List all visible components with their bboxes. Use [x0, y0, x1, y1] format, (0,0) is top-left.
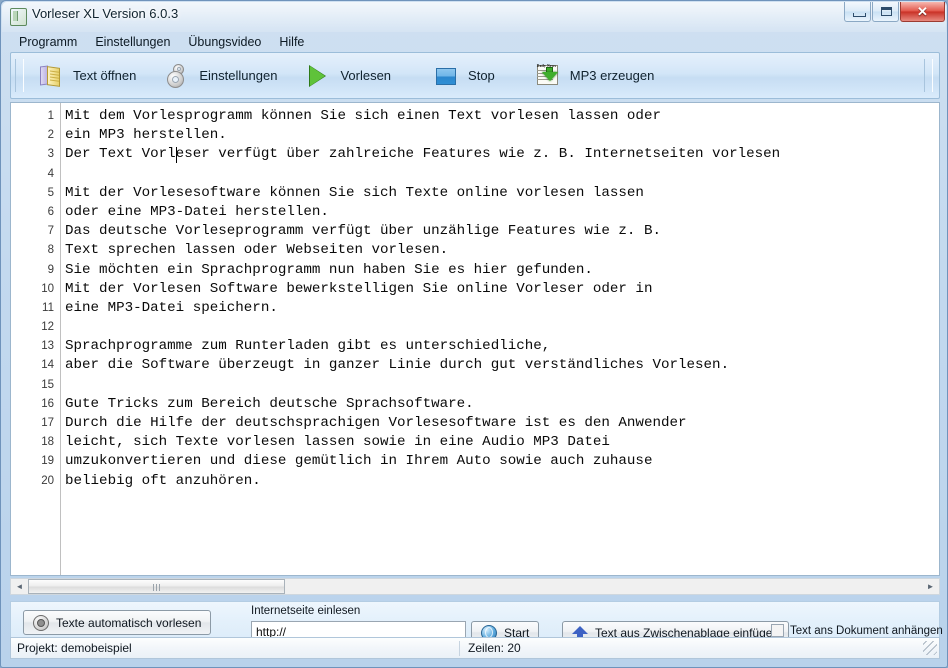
line-number: 14 — [11, 356, 60, 375]
line-number: 15 — [11, 376, 60, 395]
maximize-icon — [881, 7, 892, 16]
text-area[interactable]: Mit dem Vorlesprogramm können Sie sich e… — [63, 103, 939, 575]
toolbar-button-label: Einstellungen — [199, 68, 277, 83]
text-line[interactable]: oder eine MP3-Datei herstellen. — [63, 203, 939, 222]
line-number-gutter: 1234567891011121314151617181920 — [11, 103, 61, 575]
close-icon: ✕ — [901, 2, 944, 21]
line-number: 18 — [11, 433, 60, 452]
text-line[interactable]: Gute Tricks zum Bereich deutsche Sprachs… — [63, 395, 939, 414]
menu-item-einstellungen[interactable]: Einstellungen — [86, 33, 179, 51]
menu-label: Hilfe — [279, 35, 304, 49]
text-line[interactable]: umzukonvertieren und diese gemütlich in … — [63, 452, 939, 471]
append-to-document-checkbox[interactable]: Text ans Dokument anhängen — [771, 624, 943, 637]
checkbox-box[interactable] — [771, 624, 784, 637]
line-number: 9 — [11, 261, 60, 280]
resize-grip-icon[interactable] — [923, 641, 937, 655]
line-number: 1 — [11, 107, 60, 126]
window-title: Vorleser XL Version 6.0.3 — [32, 6, 178, 21]
toolbar-button-label: Text öffnen — [73, 68, 136, 83]
play-icon — [305, 63, 331, 89]
book-icon — [38, 63, 64, 89]
maximize-button[interactable] — [872, 2, 899, 22]
line-number: 12 — [11, 318, 60, 337]
line-number: 3 — [11, 145, 60, 164]
scroll-left-arrow-icon[interactable]: ◄ — [11, 579, 28, 594]
status-bar: Projekt: demobeispiel Zeilen: 20 — [10, 637, 940, 659]
toolbar-grip-right[interactable] — [924, 59, 933, 92]
toolbar-button-label: Vorlesen — [340, 68, 391, 83]
menu-label: Einstellungen — [95, 35, 170, 49]
toolbar-button-label: Stop — [468, 68, 495, 83]
close-button[interactable]: ✕ — [900, 2, 945, 22]
text-line[interactable]: eine MP3-Datei speichern. — [63, 299, 939, 318]
line-number: 10 — [11, 280, 60, 299]
line-number: 13 — [11, 337, 60, 356]
toolbar-button-einstellungen[interactable]: Einstellungen — [150, 55, 291, 96]
toolbar-button-label: MP3 erzeugen — [570, 68, 655, 83]
text-line[interactable]: Mit der Vorlesesoftware können Sie sich … — [63, 184, 939, 203]
client-area: Text öffnen Einstellungen Vorlesen Stop — [10, 52, 940, 632]
url-field-label: Internetseite einlesen — [251, 605, 360, 617]
line-number: 5 — [11, 184, 60, 203]
toolbar-button-stop[interactable]: Stop — [405, 55, 509, 96]
line-number: 16 — [11, 395, 60, 414]
stop-icon — [433, 63, 459, 89]
line-number: 11 — [11, 299, 60, 318]
text-line[interactable]: Das deutsche Vorleseprogramm verfügt übe… — [63, 222, 939, 241]
toolbar-grip[interactable] — [15, 59, 24, 92]
text-line[interactable]: Sprachprogramme zum Runterladen gibt es … — [63, 337, 939, 356]
text-line[interactable]: Sie möchten ein Sprachprogramm nun haben… — [63, 261, 939, 280]
menu-item-hilfe[interactable]: Hilfe — [270, 33, 313, 51]
auto-read-button[interactable]: Texte automatisch vorlesen — [23, 610, 211, 635]
title-bar[interactable]: Vorleser XL Version 6.0.3 ✕ — [1, 1, 948, 31]
text-line[interactable]: ein MP3 herstellen. — [63, 126, 939, 145]
window-controls: ✕ — [844, 2, 945, 22]
menu-bar: Programm Einstellungen Übungsvideo Hilfe — [10, 31, 940, 52]
gear-icon — [164, 63, 190, 89]
app-book-icon — [10, 8, 27, 26]
auto-read-button-label: Texte automatisch vorlesen — [56, 616, 201, 630]
line-number: 17 — [11, 414, 60, 433]
line-number: 4 — [11, 165, 60, 184]
toolbar-button-vorlesen[interactable]: Vorlesen — [291, 55, 405, 96]
scroll-track[interactable] — [285, 579, 922, 594]
text-line[interactable]: aber die Software überzeugt in ganzer Li… — [63, 356, 939, 375]
toolbar: Text öffnen Einstellungen Vorlesen Stop — [10, 52, 940, 99]
text-editor[interactable]: 1234567891011121314151617181920 Mit dem … — [10, 102, 940, 576]
line-number: 2 — [11, 126, 60, 145]
text-line[interactable] — [63, 376, 939, 395]
newspaper-download-icon: Daily News — [535, 63, 561, 89]
line-number: 7 — [11, 222, 60, 241]
toolbar-button-text-oeffnen[interactable]: Text öffnen — [24, 55, 150, 96]
line-number: 19 — [11, 452, 60, 471]
horizontal-scroll-thumb[interactable] — [28, 579, 285, 594]
menu-item-programm[interactable]: Programm — [10, 33, 86, 51]
line-number: 8 — [11, 241, 60, 260]
text-line[interactable]: Mit der Vorlesen Software bewerkstellige… — [63, 280, 939, 299]
menu-item-uebungsvideo[interactable]: Übungsvideo — [179, 33, 270, 51]
status-lines: Zeilen: 20 — [460, 641, 923, 656]
minimize-button[interactable] — [844, 2, 871, 22]
text-line[interactable] — [63, 318, 939, 337]
status-project: Projekt: demobeispiel — [11, 641, 460, 656]
minimize-icon — [853, 13, 866, 17]
speaker-icon — [33, 615, 49, 631]
text-line[interactable]: leicht, sich Texte vorlesen lassen sowie… — [63, 433, 939, 452]
scroll-right-arrow-icon[interactable]: ► — [922, 579, 939, 594]
toolbar-button-mp3-erzeugen[interactable]: Daily News MP3 erzeugen — [509, 55, 669, 96]
text-line[interactable]: Text sprechen lassen oder Webseiten vorl… — [63, 241, 939, 260]
text-line[interactable] — [63, 165, 939, 184]
horizontal-scrollbar[interactable]: ◄ ► — [10, 578, 940, 595]
menu-label: Übungsvideo — [188, 35, 261, 49]
text-line[interactable]: Der Text Vorleser verfügt über zahlreich… — [63, 145, 939, 164]
menu-label: Programm — [19, 35, 77, 49]
append-checkbox-label: Text ans Dokument anhängen — [790, 625, 943, 637]
line-number: 6 — [11, 203, 60, 222]
line-number: 20 — [11, 472, 60, 491]
text-line[interactable]: Durch die Hilfe der deutschsprachigen Vo… — [63, 414, 939, 433]
text-line[interactable]: beliebig oft anzuhören. — [63, 472, 939, 491]
application-window: Vorleser XL Version 6.0.3 ✕ Programm Ein… — [0, 0, 948, 668]
text-line[interactable]: Mit dem Vorlesprogramm können Sie sich e… — [63, 107, 939, 126]
